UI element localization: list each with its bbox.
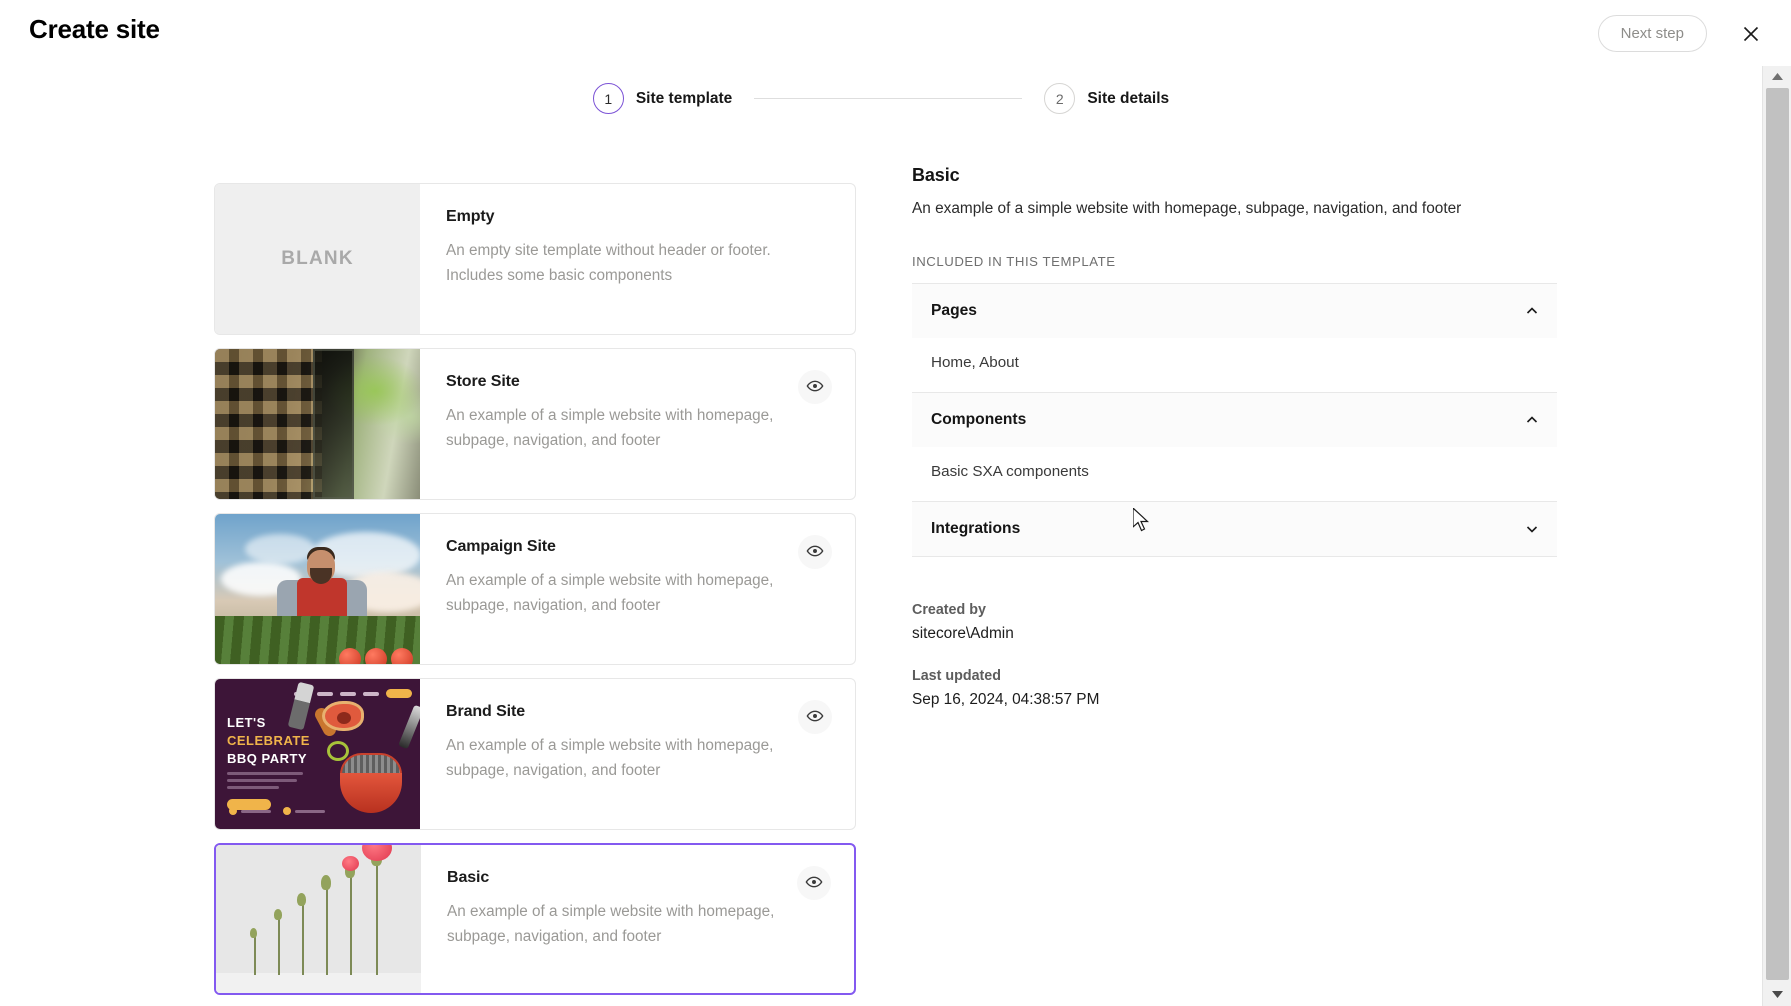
included-accordion: Pages Home, About Components Basic SXA c… — [912, 283, 1557, 557]
template-thumbnail-campaign-site — [215, 514, 420, 664]
detail-title: Basic — [912, 165, 960, 185]
accordion-title: Pages — [931, 302, 977, 319]
step-site-template[interactable]: 1 Site template — [592, 83, 733, 114]
last-updated-label: Last updated — [912, 668, 1001, 684]
template-description: An example of a simple website with home… — [446, 407, 774, 449]
chevron-up-icon — [1525, 413, 1539, 427]
created-by-value: sitecore\Admin — [912, 625, 1014, 642]
step-1-label: Site template — [635, 89, 733, 107]
accordion-item-pages: Pages Home, About — [912, 283, 1557, 392]
flowers-growth-image — [216, 845, 421, 993]
template-thumbnail-basic — [216, 845, 421, 993]
preview-template-button[interactable] — [798, 700, 832, 734]
template-card-body: Campaign Site An example of a simple web… — [420, 514, 855, 664]
accordion-header-components[interactable]: Components — [912, 393, 1557, 447]
dialog-content: BLANK Empty An empty site template witho… — [0, 140, 1762, 1006]
template-metadata: Created by sitecore\Admin Last updated S… — [912, 602, 1557, 709]
template-description: An example of a simple website with home… — [446, 737, 774, 779]
chevron-up-icon — [1525, 304, 1539, 318]
close-icon — [1741, 24, 1761, 44]
bbq-headline-3: BBQ PARTY — [227, 751, 308, 766]
scroll-up-arrow-icon[interactable] — [1763, 66, 1791, 88]
accordion-header-integrations[interactable]: Integrations — [912, 502, 1557, 556]
accordion-body-text: Home, About — [931, 354, 1019, 371]
wizard-stepper: 1 Site template 2 Site details — [0, 83, 1762, 114]
step-site-details[interactable]: 2 Site details — [1044, 83, 1169, 114]
store-interior-image — [215, 349, 420, 499]
template-description: An example of a simple website with home… — [447, 903, 775, 945]
blank-thumbnail-label: BLANK — [281, 248, 354, 269]
template-card-body: Empty An empty site template without hea… — [420, 184, 855, 334]
template-list: BLANK Empty An empty site template witho… — [214, 183, 856, 1006]
scroll-down-arrow-icon[interactable] — [1763, 984, 1791, 1006]
scrollbar-thumb[interactable] — [1766, 88, 1789, 980]
preview-template-button[interactable] — [798, 370, 832, 404]
accordion-body-text: Basic SXA components — [931, 463, 1089, 480]
template-name: Store Site — [446, 373, 520, 390]
dialog-header: Create site Next step — [0, 0, 1791, 66]
eye-icon — [806, 707, 824, 728]
vertical-scrollbar[interactable] — [1762, 66, 1791, 1006]
step-2-number: 2 — [1044, 83, 1076, 114]
last-updated-group: Last updated Sep 16, 2024, 04:38:57 PM — [912, 668, 1557, 709]
accordion-item-components: Components Basic SXA components — [912, 392, 1557, 501]
bbq-headline-2: CELEBRATE — [227, 733, 310, 748]
template-card-body: Store Site An example of a simple websit… — [420, 349, 855, 499]
template-thumbnail-empty: BLANK — [215, 184, 420, 334]
last-updated-value: Sep 16, 2024, 04:38:57 PM — [912, 691, 1100, 708]
template-thumbnail-store-site — [215, 349, 420, 499]
page-title: Create site — [29, 14, 160, 44]
bbq-party-image: LET'S CELEBRATE BBQ PARTY — [215, 679, 420, 829]
create-site-dialog: Create site Next step 1 Site template 2 … — [0, 0, 1791, 1006]
template-card-body: Basic An example of a simple website wit… — [421, 845, 854, 993]
bbq-headline-1: LET'S — [227, 715, 266, 730]
eye-icon — [805, 873, 823, 894]
created-by-label: Created by — [912, 602, 986, 618]
step-1-number: 1 — [592, 83, 624, 114]
accordion-item-integrations: Integrations — [912, 501, 1557, 557]
preview-template-button[interactable] — [798, 535, 832, 569]
step-2-label: Site details — [1087, 89, 1170, 107]
accordion-body-pages: Home, About — [912, 338, 1557, 392]
created-by-group: Created by sitecore\Admin — [912, 602, 1557, 643]
template-name: Campaign Site — [446, 538, 556, 555]
eye-icon — [806, 377, 824, 398]
detail-description: An example of a simple website with home… — [912, 200, 1462, 217]
farmer-field-image — [215, 514, 420, 664]
template-thumbnail-brand-site: LET'S CELEBRATE BBQ PARTY — [215, 679, 420, 829]
template-name: Brand Site — [446, 703, 526, 720]
accordion-title: Integrations — [931, 520, 1021, 537]
close-dialog-button[interactable] — [1735, 18, 1767, 50]
stepper-connector — [754, 98, 1023, 99]
included-in-template-label: INCLUDED IN THIS TEMPLATE — [912, 254, 1116, 269]
accordion-body-components: Basic SXA components — [912, 447, 1557, 501]
template-detail-panel: Basic An example of a simple website wit… — [912, 165, 1557, 709]
accordion-title: Components — [931, 411, 1027, 428]
chevron-down-icon — [1525, 522, 1539, 536]
template-card-basic[interactable]: Basic An example of a simple website wit… — [214, 843, 856, 995]
template-description: An example of a simple website with home… — [446, 572, 774, 614]
template-card-brand-site[interactable]: LET'S CELEBRATE BBQ PARTY Brand Site An … — [214, 678, 856, 830]
preview-template-button[interactable] — [797, 866, 831, 900]
template-card-store-site[interactable]: Store Site An example of a simple websit… — [214, 348, 856, 500]
template-name: Empty — [446, 208, 495, 225]
template-description: An empty site template without header or… — [446, 242, 771, 284]
next-step-button[interactable]: Next step — [1597, 15, 1707, 52]
template-name: Basic — [447, 869, 490, 886]
template-card-empty[interactable]: BLANK Empty An empty site template witho… — [214, 183, 856, 335]
accordion-header-pages[interactable]: Pages — [912, 284, 1557, 338]
eye-icon — [806, 542, 824, 563]
template-card-body: Brand Site An example of a simple websit… — [420, 679, 855, 829]
template-card-campaign-site[interactable]: Campaign Site An example of a simple web… — [214, 513, 856, 665]
